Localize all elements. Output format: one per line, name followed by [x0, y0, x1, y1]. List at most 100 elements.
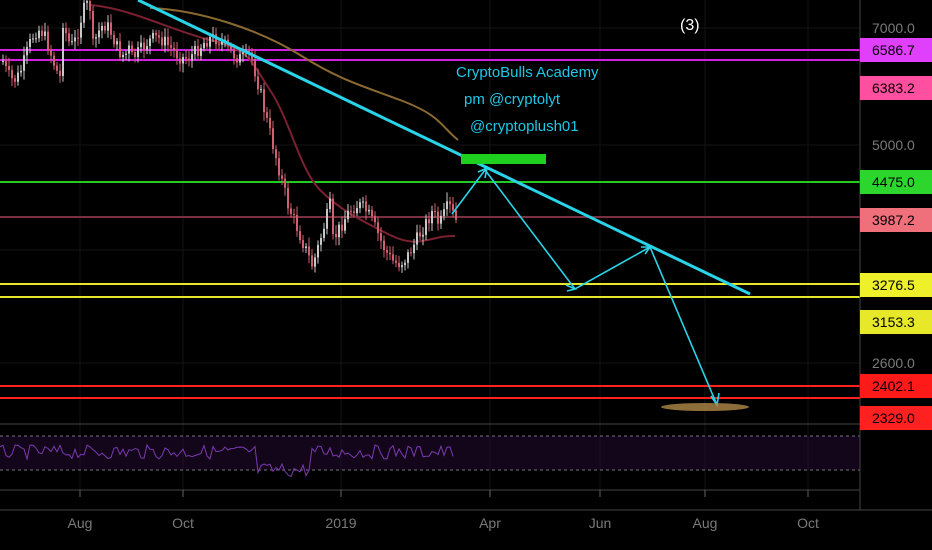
- candle-body-19: [59, 70, 61, 76]
- candle-body-10: [32, 38, 34, 40]
- time-tick-label-1: Oct: [172, 515, 194, 531]
- candle-body-98: [296, 214, 298, 232]
- candle-body-88: [266, 112, 268, 118]
- candle-body-55: [167, 36, 169, 46]
- candle-body-91: [275, 149, 277, 159]
- candle-body-120: [362, 201, 364, 203]
- candle-body-3: [11, 70, 13, 79]
- candle-body-86: [260, 89, 262, 91]
- candle-body-133: [401, 265, 403, 268]
- candle-body-51: [155, 32, 157, 36]
- price-label-3153-3: 3153.3: [872, 314, 915, 330]
- candle-body-45: [137, 47, 139, 58]
- candle-body-40: [122, 54, 124, 58]
- candle-body-57: [173, 47, 175, 51]
- candle-body-42: [128, 45, 130, 54]
- candle-body-148: [446, 201, 448, 210]
- candle-body-52: [158, 35, 160, 38]
- candle-body-127: [383, 240, 385, 251]
- target-zone-ellipse: [661, 403, 749, 411]
- candle-body-129: [389, 252, 391, 255]
- candle-body-41: [125, 53, 127, 55]
- price-label-6586-7: 6586.7: [872, 42, 915, 58]
- candle-body-84: [254, 58, 256, 77]
- candle-body-96: [290, 208, 292, 215]
- candle-body-136: [410, 252, 412, 254]
- candle-body-143: [431, 210, 433, 224]
- annotation-line-3: @cryptoplush01: [470, 118, 579, 135]
- candle-body-116: [350, 210, 352, 212]
- candle-body-124: [374, 216, 376, 223]
- candle-body-47: [143, 42, 145, 50]
- candle-body-146: [440, 215, 442, 224]
- candle-body-50: [152, 32, 154, 39]
- candle-body-109: [329, 198, 331, 210]
- candle-body-111: [335, 233, 337, 238]
- candle-body-23: [71, 41, 73, 43]
- candle-body-80: [242, 52, 244, 55]
- candle-body-37: [113, 34, 115, 45]
- candle-body-141: [425, 219, 427, 235]
- candle-body-7: [23, 55, 25, 71]
- candle-body-0: [2, 61, 4, 63]
- candle-body-117: [353, 211, 355, 214]
- candle-body-17: [53, 55, 55, 66]
- candle-body-31: [95, 37, 97, 39]
- candle-body-138: [416, 232, 418, 245]
- candle-body-43: [131, 45, 133, 53]
- price-chart[interactable]: 7000.0 5000.0 2600.0 6586.7 6383.2 4475.0 3987…: [0, 0, 932, 550]
- candle-body-29: [89, 1, 91, 11]
- candle-body-66: [200, 48, 202, 56]
- candle-body-4: [14, 78, 16, 82]
- annotation-line-1: CryptoBulls Academy: [456, 64, 599, 81]
- candle-body-131: [395, 260, 397, 263]
- price-label-6383-2: 6383.2: [872, 80, 915, 96]
- candle-body-5: [17, 72, 19, 82]
- candle-body-137: [413, 244, 415, 254]
- candle-body-9: [29, 39, 31, 47]
- candle-body-14: [44, 31, 46, 36]
- candle-body-101: [305, 246, 307, 248]
- candle-body-107: [323, 228, 325, 238]
- candle-body-140: [422, 234, 424, 237]
- candle-body-25: [77, 37, 79, 39]
- candle-body-54: [164, 36, 166, 46]
- candle-body-62: [188, 58, 190, 61]
- candle-body-90: [272, 128, 274, 150]
- candle-body-112: [338, 224, 340, 238]
- candle-body-49: [149, 38, 151, 47]
- candle-body-94: [284, 178, 286, 188]
- candle-body-6: [20, 70, 22, 73]
- candle-body-18: [56, 65, 58, 71]
- price-tick-2600-0: 2600.0: [872, 355, 915, 371]
- candle-body-30: [92, 10, 94, 39]
- price-label-3276-5: 3276.5: [872, 277, 915, 293]
- candle-body-27: [83, 2, 85, 23]
- candle-body-114: [344, 219, 346, 231]
- candle-body-1: [5, 61, 7, 67]
- candle-body-24: [74, 37, 76, 42]
- time-tick-label-3: Apr: [479, 515, 501, 531]
- candle-body-8: [26, 46, 28, 56]
- candle-body-69: [209, 37, 211, 47]
- candle-body-128: [386, 250, 388, 253]
- candle-body-63: [191, 54, 193, 61]
- candle-body-36: [110, 22, 112, 35]
- candle-body-58: [176, 50, 178, 59]
- candle-body-28: [86, 1, 88, 3]
- price-label-4475-0: 4475.0: [872, 174, 915, 190]
- time-tick-label-4: Jun: [589, 515, 612, 531]
- candle-body-53: [161, 37, 163, 46]
- candle-body-121: [365, 201, 367, 212]
- time-tick-label-6: Oct: [797, 515, 819, 531]
- time-tick-label-2: 2019: [325, 515, 356, 531]
- candle-body-103: [311, 255, 313, 267]
- candle-body-34: [104, 26, 106, 31]
- candle-body-150: [452, 204, 454, 211]
- candle-body-78: [236, 58, 238, 63]
- candle-body-44: [134, 52, 136, 58]
- candle-body-48: [146, 46, 148, 50]
- candle-body-132: [398, 262, 400, 268]
- candle-body-100: [302, 240, 304, 248]
- candle-body-126: [380, 233, 382, 241]
